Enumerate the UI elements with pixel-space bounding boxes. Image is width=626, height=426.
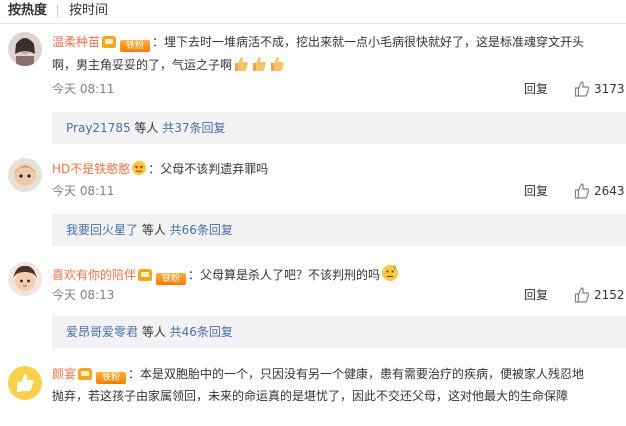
comment-content: ：本是双胞胎中的一个，只因没有另一个健康，患有需要治疗的疾病，便被家人残忍地 bbox=[128, 367, 585, 381]
comment-text: 温柔种苗 铁粉 ：埋下去时一堆病活不成，挖出来就一点小毛病很快就好了，这是标准魂穿文… bbox=[52, 34, 584, 52]
avatar[interactable] bbox=[8, 158, 42, 192]
thumbs-up-icon bbox=[233, 56, 249, 72]
comment-time: 今天 08:13 bbox=[52, 288, 115, 302]
comment-time: 今天 08:11 bbox=[52, 184, 115, 198]
crown-badge-icon bbox=[138, 269, 153, 281]
sub-reply-user[interactable]: 爱昂哥爱零君 bbox=[66, 325, 138, 339]
sub-reply-count-link[interactable]: 共37条回复 bbox=[162, 121, 225, 135]
sub-replies-box[interactable]: Pray21785 等人 共37条回复 bbox=[52, 112, 626, 144]
like-count: 3173 bbox=[594, 82, 625, 96]
sort-by-hot-tab[interactable]: 按热度 bbox=[8, 3, 47, 19]
avatar[interactable] bbox=[8, 366, 42, 400]
reply-button[interactable]: 回复 bbox=[524, 288, 548, 302]
divider bbox=[0, 23, 626, 24]
comment-time: 今天 08:11 bbox=[52, 82, 115, 96]
comment-item: 喜欢有你的陪伴 铁粉 ：父母算是杀人了吧？不该判刑的吗? 今天 08:13 回复 2… bbox=[0, 258, 626, 358]
sub-reply-user[interactable]: 我要回火星了 bbox=[66, 223, 138, 237]
like-count: 2643 bbox=[594, 184, 625, 198]
sub-reply-count-link[interactable]: 共66条回复 bbox=[170, 223, 233, 237]
like-count: 2152 bbox=[594, 288, 625, 302]
sub-reply-mid: 等人 bbox=[138, 223, 170, 237]
fan-badge: 铁粉 bbox=[120, 40, 151, 52]
sub-replies-summary: 爱昂哥爱零君 等人 共46条回复 bbox=[66, 324, 233, 340]
comment-username[interactable]: 喜欢有你的陪伴 bbox=[52, 268, 136, 282]
sub-replies-summary: 我要回火星了 等人 共66条回复 bbox=[66, 222, 233, 238]
thumbs-up-icon bbox=[269, 56, 285, 72]
reply-button[interactable]: 回复 bbox=[524, 82, 548, 96]
comment-username[interactable]: 颜宴 bbox=[52, 367, 76, 381]
sub-reply-count-link[interactable]: 共46条回复 bbox=[170, 325, 233, 339]
like-icon[interactable] bbox=[574, 287, 590, 303]
comment-text-line2: 啊，男主角妥妥的了，气运之子啊 bbox=[52, 56, 286, 73]
crown-badge-icon bbox=[78, 368, 93, 380]
comment-text-line2: 抛弃，若这孩子由家属领回，未来的命运真的是堪忧了，因此不交还父母，这对他最大的生… bbox=[52, 388, 568, 404]
sort-divider bbox=[57, 5, 58, 17]
sub-replies-box[interactable]: 爱昂哥爱零君 等人 共46条回复 bbox=[52, 316, 626, 348]
sub-reply-mid: 等人 bbox=[130, 121, 163, 135]
like-icon[interactable] bbox=[574, 81, 590, 97]
comment-item: 温柔种苗 铁粉 ：埋下去时一堆病活不成，挖出来就一点小毛病很快就好了，这是标准魂穿文… bbox=[0, 30, 626, 150]
love-face-icon bbox=[131, 160, 147, 176]
comment-username[interactable]: 温柔种苗 bbox=[52, 35, 100, 49]
fan-badge: 铁粉 bbox=[156, 273, 187, 285]
sub-reply-user[interactable]: Pray21785 bbox=[66, 121, 131, 135]
comment-text: 颜宴 铁粉 ：本是双胞胎中的一个，只因没有另一个健康，患有需要治疗的疾病，便被家人残… bbox=[52, 366, 584, 384]
comment-content: ：父母算是杀人了吧？不该判刑的吗 bbox=[188, 268, 381, 282]
comment-item: 颜宴 铁粉 ：本是双胞胎中的一个，只因没有另一个健康，患有需要治疗的疾病，便被家人残… bbox=[0, 360, 626, 426]
thinking-face-icon: ? bbox=[381, 264, 399, 282]
sort-bar: 按热度 按时间 bbox=[0, 0, 626, 24]
sort-by-time-tab[interactable]: 按时间 bbox=[69, 3, 108, 19]
comment-item: HD不是铁憨憨 ：父母不该判遗弃罪吗 今天 08:11 回复 2643 我要回火星… bbox=[0, 154, 626, 254]
sub-replies-box[interactable]: 我要回火星了 等人 共66条回复 bbox=[52, 214, 626, 246]
reply-button[interactable]: 回复 bbox=[524, 184, 548, 198]
sub-replies-summary: Pray21785 等人 共37条回复 bbox=[66, 120, 226, 136]
avatar[interactable] bbox=[8, 32, 42, 66]
svg-text:?: ? bbox=[393, 265, 396, 272]
crown-badge-icon bbox=[102, 36, 117, 48]
comment-content: ：父母不该判遗弃罪吗 bbox=[148, 162, 269, 176]
sub-reply-mid: 等人 bbox=[138, 325, 170, 339]
comment-content: ：埋下去时一堆病活不成，挖出来就一点小毛病很快就好了，这是标准魂穿文开头 bbox=[152, 35, 585, 49]
thumbs-up-icon bbox=[251, 56, 267, 72]
avatar[interactable] bbox=[8, 262, 42, 296]
comment-content-continued: 抛弃，若这孩子由家属领回，未来的命运真的是堪忧了，因此不交还父母，这对他最大的生… bbox=[52, 389, 569, 403]
comment-text: 喜欢有你的陪伴 铁粉 ：父母算是杀人了吧？不该判刑的吗? bbox=[52, 264, 400, 285]
like-icon[interactable] bbox=[574, 183, 590, 199]
comment-text: HD不是铁憨憨 ：父母不该判遗弃罪吗 bbox=[52, 160, 268, 177]
comment-username[interactable]: HD不是铁憨憨 bbox=[52, 162, 130, 176]
comment-content-continued: 啊，男主角妥妥的了，气运之子啊 bbox=[52, 58, 233, 72]
fan-badge: 铁粉 bbox=[96, 372, 127, 384]
